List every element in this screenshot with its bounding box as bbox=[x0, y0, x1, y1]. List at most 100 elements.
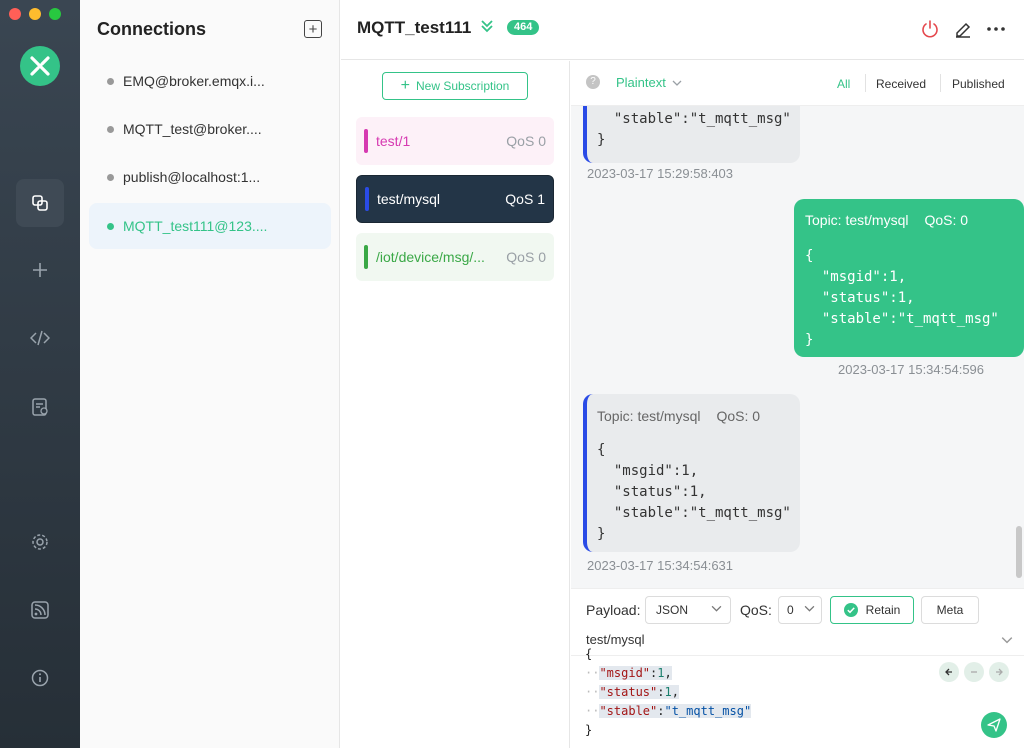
meta-button[interactable]: Meta bbox=[921, 596, 979, 624]
arrow-right-icon bbox=[996, 668, 1003, 676]
more-icon bbox=[987, 27, 1005, 31]
message-scrollbar[interactable] bbox=[1016, 526, 1022, 578]
settings-icon bbox=[32, 534, 48, 550]
connection-item[interactable]: MQTT_test@broker.... bbox=[89, 106, 331, 152]
message-topic: Topic: test/mysql bbox=[805, 212, 909, 228]
chevron-down-icon bbox=[711, 603, 722, 617]
message-count-badge: 464 bbox=[507, 20, 540, 35]
connections-panel: Connections + EMQ@broker.emqx.i... MQTT_… bbox=[80, 0, 340, 748]
json-value: "t_mqtt_msg" bbox=[664, 704, 752, 718]
minus-icon bbox=[971, 671, 977, 673]
message-qos: QoS: 0 bbox=[924, 212, 969, 228]
connection-item[interactable]: EMQ@broker.emqx.i... bbox=[89, 58, 331, 104]
message-list: "stable":"t_mqtt_msg" } 2023-03-17 15:29… bbox=[571, 106, 1024, 588]
collapse-chevron-icon[interactable] bbox=[479, 18, 495, 39]
json-key: "stable" bbox=[599, 704, 658, 718]
help-icon[interactable]: ? bbox=[586, 75, 600, 89]
info-icon bbox=[31, 669, 49, 687]
send-icon bbox=[987, 718, 1001, 732]
code-line: { bbox=[585, 647, 593, 661]
connections-nav-button[interactable] bbox=[16, 179, 64, 227]
retain-label: Retain bbox=[865, 603, 901, 617]
subscription-qos: QoS 1 bbox=[505, 191, 545, 207]
clear-history-button[interactable] bbox=[964, 662, 984, 682]
payload-type-value: JSON bbox=[656, 603, 689, 617]
filter-all-tab[interactable]: All bbox=[837, 77, 850, 91]
plus-icon bbox=[33, 263, 47, 277]
subscription-topic: /iot/device/msg/... bbox=[376, 249, 485, 265]
message-timestamp: 2023-03-17 15:29:58:403 bbox=[587, 166, 734, 181]
status-dot-icon bbox=[107, 125, 114, 133]
zoom-window-button[interactable] bbox=[49, 8, 61, 20]
payload-type-select[interactable]: JSON bbox=[645, 596, 731, 624]
new-subscription-button[interactable]: + New Subscription bbox=[382, 72, 528, 100]
subscription-item-active[interactable]: test/mysql QoS 1 bbox=[356, 175, 554, 223]
message-timestamp: 2023-03-17 15:34:54:596 bbox=[838, 362, 985, 377]
subscription-item[interactable]: /iot/device/msg/... QoS 0 bbox=[356, 233, 554, 281]
add-connection-button[interactable]: + bbox=[304, 20, 322, 38]
edit-icon bbox=[956, 22, 971, 38]
subscription-qos: QoS 0 bbox=[506, 249, 546, 265]
disconnect-button[interactable] bbox=[919, 18, 941, 40]
subscriptions-panel: + New Subscription test/1 QoS 0 test/mys… bbox=[341, 61, 570, 748]
more-options-button[interactable] bbox=[985, 18, 1007, 40]
next-history-button[interactable] bbox=[989, 662, 1009, 682]
settings-nav-button[interactable] bbox=[16, 518, 64, 566]
subscription-topic: test/1 bbox=[376, 133, 411, 149]
check-circle-icon bbox=[843, 603, 858, 617]
subscription-color-bar bbox=[365, 187, 369, 211]
chevron-down-icon bbox=[672, 80, 682, 86]
chevron-down-icon bbox=[804, 603, 815, 617]
json-value: 1 bbox=[657, 666, 665, 680]
topic-dropdown-icon[interactable] bbox=[1001, 633, 1013, 651]
qos-select[interactable]: 0 bbox=[778, 596, 822, 624]
subscription-item[interactable]: test/1 QoS 0 bbox=[356, 117, 554, 165]
status-dot-icon bbox=[107, 173, 114, 181]
subscription-qos: QoS 0 bbox=[506, 133, 546, 149]
payload-format-select[interactable]: Plaintext bbox=[616, 75, 682, 90]
mqttx-logo bbox=[20, 46, 60, 86]
about-nav-button[interactable] bbox=[16, 654, 64, 702]
json-value: 1 bbox=[664, 685, 672, 699]
power-icon bbox=[922, 20, 938, 38]
payload-editor[interactable]: { ··"msgid":1, ··"status":1, ··"stable":… bbox=[585, 647, 752, 740]
script-nav-button[interactable] bbox=[16, 314, 64, 362]
new-subscription-label: New Subscription bbox=[415, 79, 510, 93]
minimize-window-button[interactable] bbox=[29, 8, 41, 20]
close-window-button[interactable] bbox=[9, 8, 21, 20]
qos-value: 0 bbox=[787, 603, 794, 617]
arrow-left-icon bbox=[945, 668, 952, 676]
previous-history-button[interactable] bbox=[939, 662, 959, 682]
subscription-topic: test/mysql bbox=[377, 191, 441, 207]
filter-published-tab[interactable]: Published bbox=[952, 77, 1005, 91]
new-connection-nav-button[interactable] bbox=[16, 246, 64, 294]
connection-item-active[interactable]: MQTT_test111@123.... bbox=[89, 203, 331, 249]
message-timestamp: 2023-03-17 15:34:54:631 bbox=[587, 558, 734, 573]
edit-connection-button[interactable] bbox=[952, 18, 974, 40]
code-line: } bbox=[585, 723, 593, 737]
code-line: ··"stable":"t_mqtt_msg" bbox=[585, 704, 752, 718]
connection-header: MQTT_test111 464 bbox=[341, 0, 1024, 60]
window-controls bbox=[9, 8, 61, 20]
code-line: ··"msgid":1, bbox=[585, 666, 672, 680]
message-meta: Topic: test/mysql QoS: 0 bbox=[805, 212, 968, 228]
connection-item[interactable]: publish@localhost:1... bbox=[89, 154, 331, 200]
payload-format-label: Plaintext bbox=[616, 75, 666, 90]
message-toolbar: ? Plaintext All Received Published bbox=[571, 61, 1024, 106]
received-message: "stable":"t_mqtt_msg" } bbox=[583, 106, 800, 163]
filter-received-tab[interactable]: Received bbox=[876, 77, 926, 91]
subscription-feed-nav-button[interactable] bbox=[16, 586, 64, 634]
message-composer: Payload: JSON QoS: 0 Retain Meta test/my… bbox=[571, 588, 1024, 748]
divider bbox=[940, 74, 941, 92]
retain-toggle[interactable]: Retain bbox=[830, 596, 914, 624]
message-payload: "stable":"t_mqtt_msg" } bbox=[597, 111, 791, 148]
message-payload: { "msgid":1, "status":1, "stable":"t_mqt… bbox=[805, 248, 999, 348]
connection-label: MQTT_test@broker.... bbox=[123, 121, 262, 137]
connections-icon bbox=[32, 195, 48, 211]
message-meta: Topic: test/mysql QoS: 0 bbox=[597, 408, 760, 424]
log-nav-button[interactable] bbox=[16, 383, 64, 431]
send-button[interactable] bbox=[981, 712, 1007, 738]
message-qos: QoS: 0 bbox=[716, 408, 761, 424]
sidebar-rail bbox=[0, 0, 80, 748]
connection-label: MQTT_test111@123.... bbox=[123, 218, 268, 234]
